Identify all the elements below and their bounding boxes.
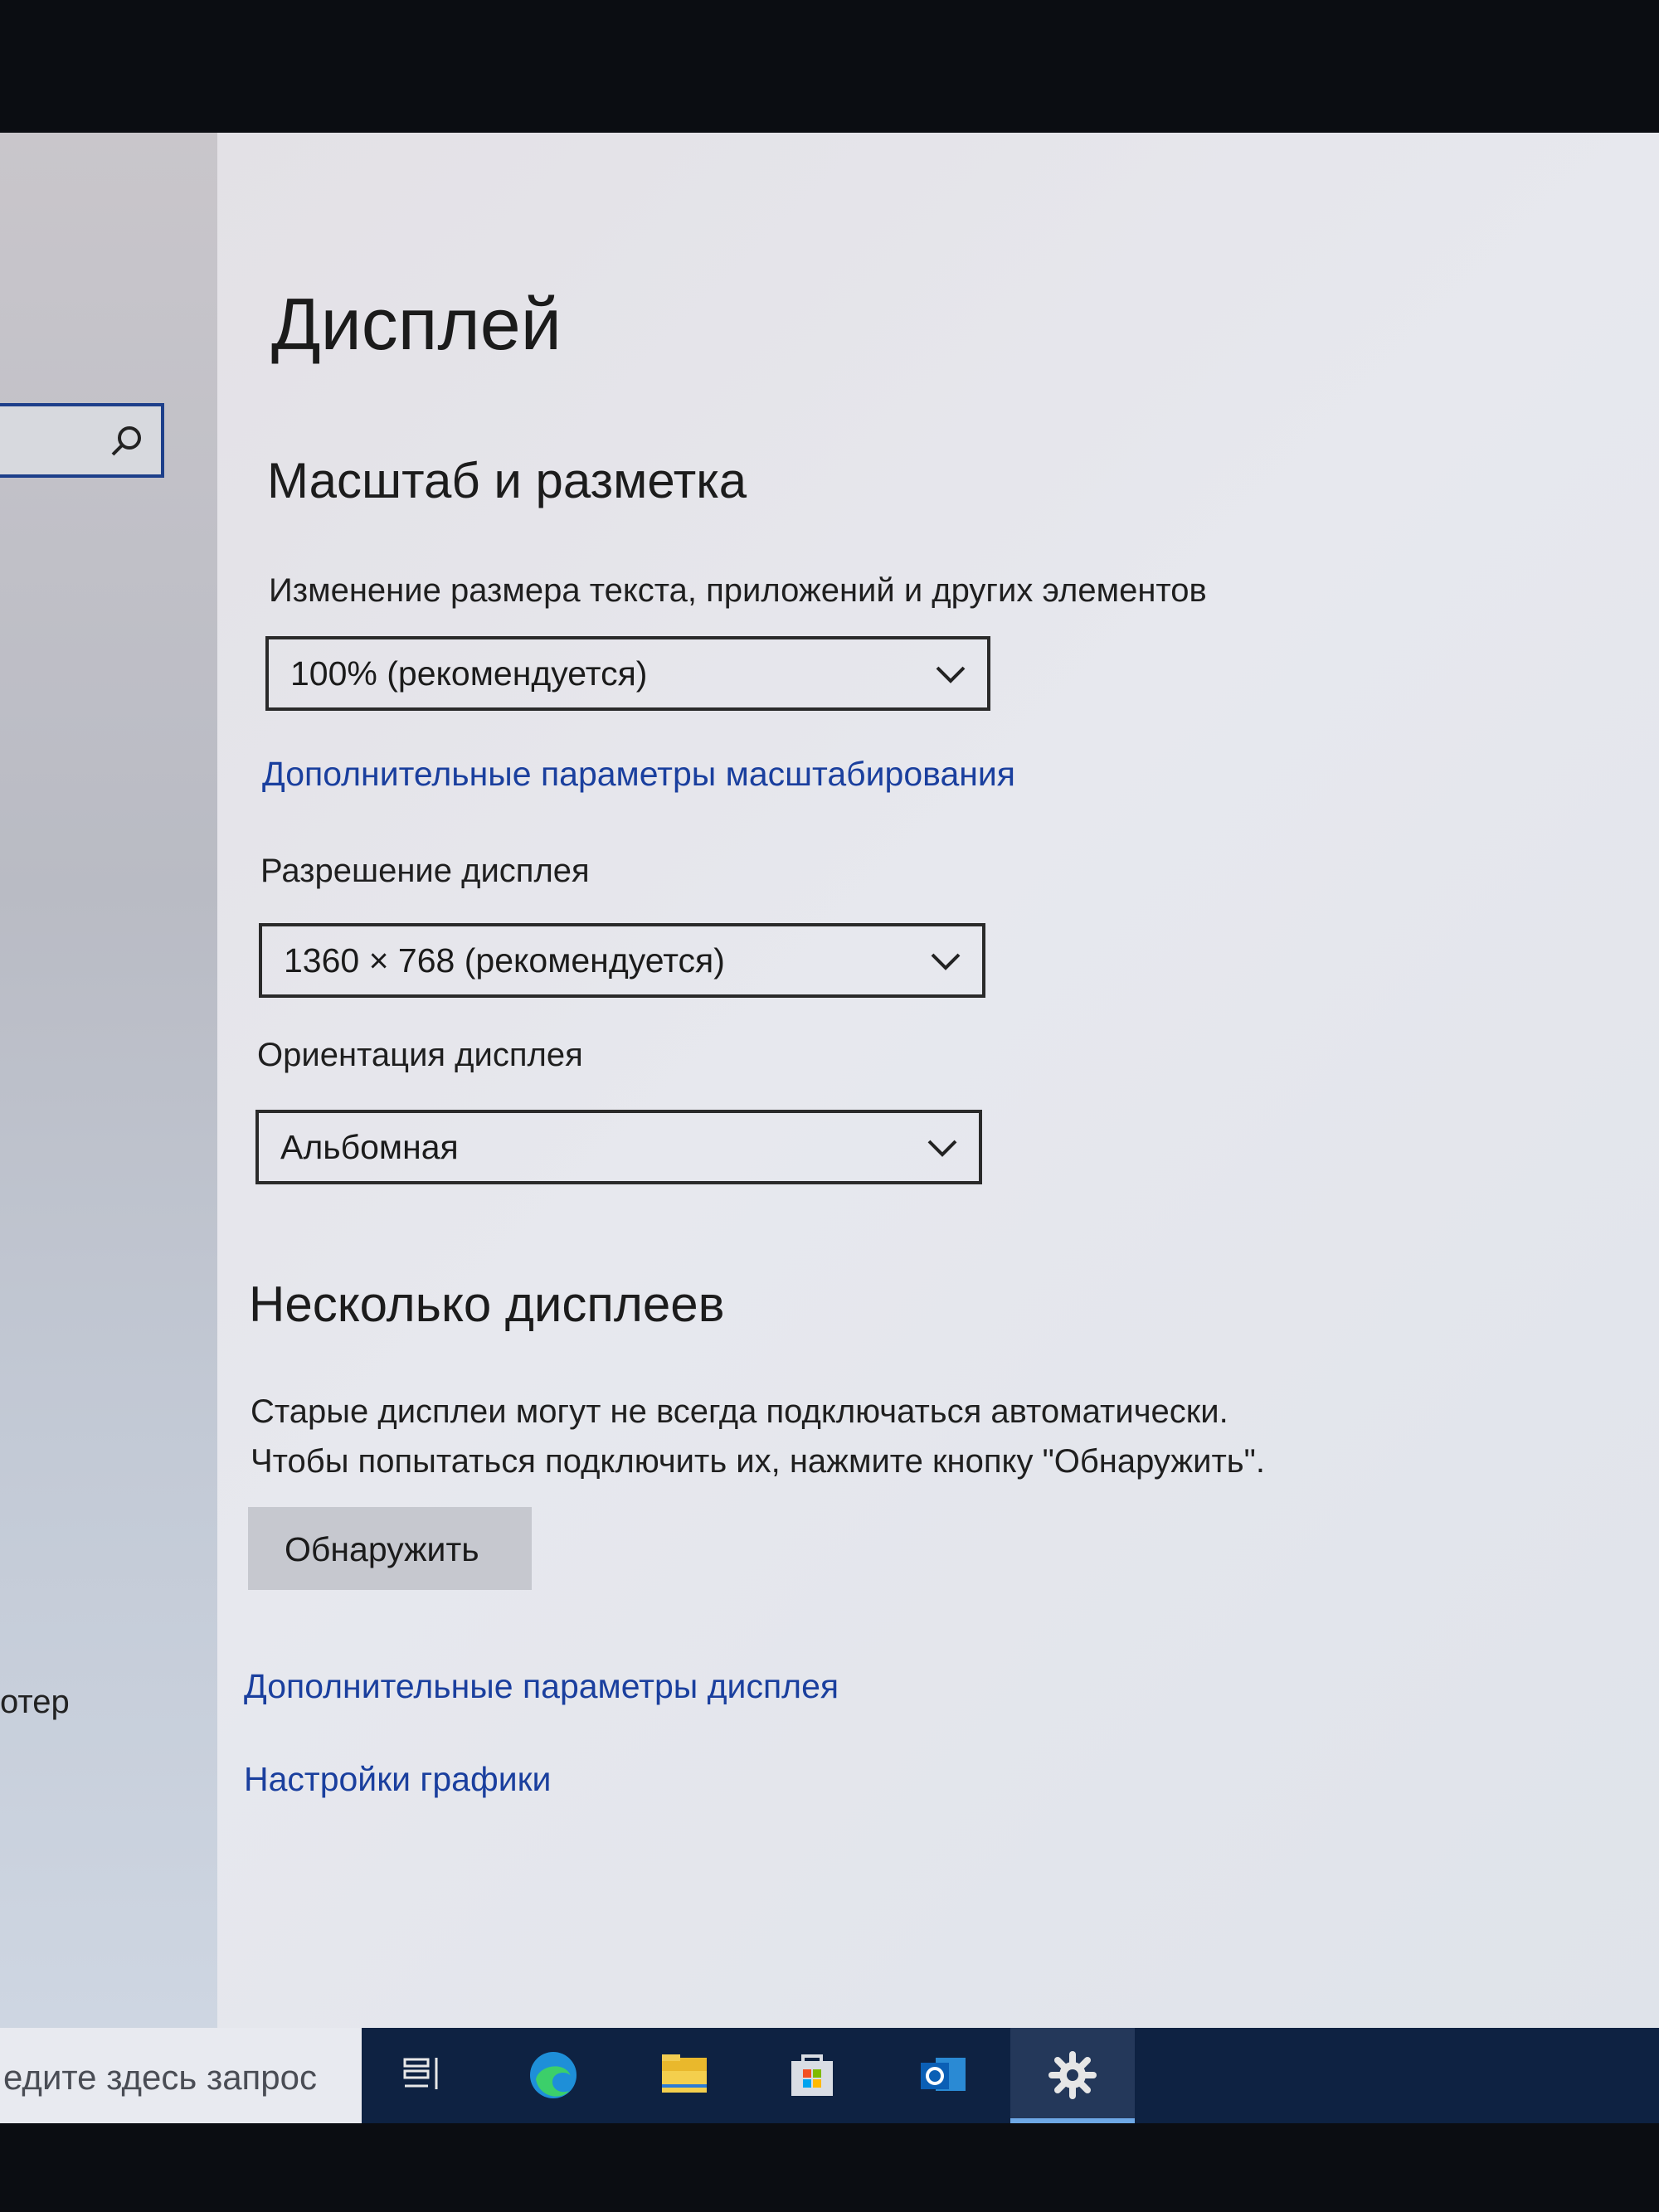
scale-dropdown[interactable]: 100% (рекомендуется) — [265, 636, 990, 711]
multi-display-heading: Несколько дисплеев — [249, 1276, 725, 1332]
settings-taskbar-tile[interactable] — [1010, 2028, 1135, 2123]
taskbar-search-placeholder: едите здесь запрос — [3, 2058, 318, 2097]
detect-button[interactable]: Обнаружить — [248, 1507, 532, 1590]
page-title: Дисплей — [271, 283, 562, 365]
taskbar-search-input[interactable]: едите здесь запрос — [0, 2028, 362, 2123]
store-icon[interactable] — [783, 2046, 841, 2104]
outlook-icon[interactable] — [914, 2046, 972, 2104]
advanced-display-link[interactable]: Дополнительные параметры дисплея — [244, 1667, 839, 1706]
scale-value: 100% (рекомендуется) — [290, 654, 648, 693]
sidebar: отер — [0, 133, 217, 2028]
chevron-down-icon — [936, 666, 966, 683]
scale-section-heading: Масштаб и разметка — [267, 453, 747, 508]
chevron-down-icon — [931, 953, 961, 970]
screen: отер Дисплей Масштаб и разметка Изменени… — [0, 133, 1659, 2123]
display-settings-panel: Дисплей Масштаб и разметка Изменение раз… — [217, 133, 1659, 2028]
orientation-value: Альбомная — [280, 1128, 459, 1166]
resolution-dropdown[interactable]: 1360 × 768 (рекомендуется) — [259, 923, 985, 998]
search-icon[interactable] — [106, 421, 146, 461]
size-label: Изменение размера текста, приложений и д… — [269, 572, 1207, 609]
settings-icon — [1048, 2051, 1097, 2099]
edge-icon[interactable] — [524, 2046, 582, 2104]
resolution-value: 1360 × 768 (рекомендуется) — [284, 941, 725, 980]
detect-button-label: Обнаружить — [285, 1530, 479, 1568]
multi-display-description-line1: Старые дисплеи могут не всегда подключат… — [251, 1393, 1228, 1430]
chevron-down-icon — [927, 1140, 957, 1157]
resolution-label: Разрешение дисплея — [260, 853, 590, 889]
taskbar: едите здесь запрос — [0, 2028, 1659, 2123]
advanced-scaling-link[interactable]: Дополнительные параметры масштабирования — [262, 755, 1015, 794]
multi-display-description-line2: Чтобы попытаться подключить их, нажмите … — [251, 1443, 1265, 1480]
sidebar-item-computer[interactable]: отер — [0, 1684, 70, 1721]
graphics-settings-link[interactable]: Настройки графики — [244, 1760, 551, 1799]
orientation-dropdown[interactable]: Альбомная — [255, 1110, 982, 1184]
file-explorer-icon[interactable] — [655, 2046, 713, 2104]
task-view-icon[interactable] — [395, 2046, 453, 2104]
active-indicator — [1010, 2118, 1135, 2123]
orientation-label: Ориентация дисплея — [257, 1037, 583, 1073]
settings-search-input[interactable] — [0, 403, 164, 478]
